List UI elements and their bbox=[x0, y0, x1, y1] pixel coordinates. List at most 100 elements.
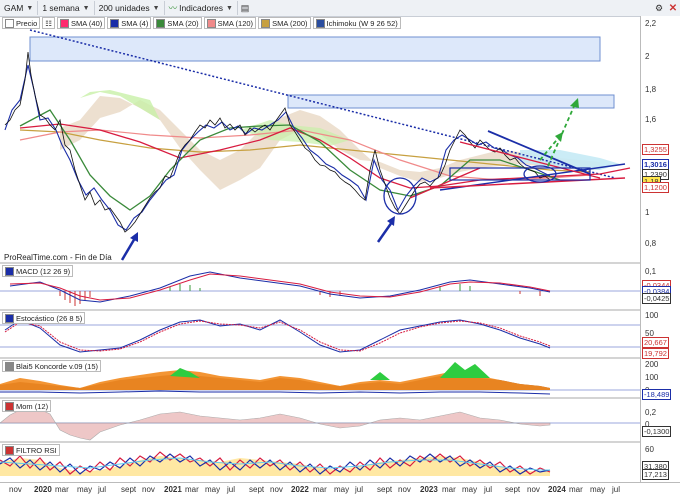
axis-tick-label: 0,8 bbox=[645, 239, 657, 248]
time-tick-label: sept bbox=[249, 485, 265, 494]
arrow-bottom-left bbox=[120, 237, 137, 261]
time-tick-label: jul bbox=[484, 485, 493, 494]
time-tick-label: may bbox=[590, 485, 606, 494]
sma20-swatch-icon bbox=[156, 18, 166, 28]
time-tick-label: sept bbox=[377, 485, 393, 494]
ticker-selector[interactable]: GAM ▼ bbox=[0, 1, 39, 15]
axis-tick-label: 100 bbox=[645, 373, 659, 382]
macd-histogram-green bbox=[169, 284, 471, 291]
time-tick-label: sept bbox=[121, 485, 137, 494]
legend-label: SMA (200) bbox=[272, 18, 308, 28]
axis-tick-label: 2,2 bbox=[645, 19, 657, 28]
value-tag: -0,0425 bbox=[642, 293, 672, 304]
legend-item-ichimoku[interactable]: Ichimoku (W 9 26 52) bbox=[312, 17, 401, 29]
price-swatch-icon bbox=[5, 18, 14, 28]
legend-label: SMA (40) bbox=[71, 18, 103, 28]
period-selector[interactable]: 1 semana ▼ bbox=[38, 1, 95, 15]
ticker-label: GAM bbox=[4, 3, 24, 13]
axis-tick-label: 100 bbox=[645, 311, 659, 320]
legend-label: SMA (4) bbox=[121, 18, 149, 28]
time-tick-label: mar bbox=[55, 485, 69, 494]
panel-swatch-icon bbox=[5, 266, 14, 276]
time-tick-label: jul bbox=[612, 485, 621, 494]
legend-label: SMA (20) bbox=[167, 18, 199, 28]
time-tick-label: may bbox=[77, 485, 93, 494]
legend-item-sma120[interactable]: SMA (120) bbox=[203, 17, 257, 29]
axis-tick-label: 1,6 bbox=[645, 115, 657, 124]
sma120-swatch-icon bbox=[206, 18, 216, 28]
rsi-fill bbox=[0, 456, 550, 476]
axis-tick-label: 60 bbox=[645, 445, 654, 454]
panel-swatch-icon bbox=[5, 445, 14, 455]
time-tick-label: 2022 bbox=[291, 485, 309, 494]
chevron-down-icon: ▼ bbox=[82, 4, 90, 12]
time-tick-label: nov bbox=[142, 485, 155, 494]
time-tick-label: mar bbox=[569, 485, 583, 494]
ichimoku-swatch-icon bbox=[315, 18, 325, 28]
macd-line bbox=[9, 271, 551, 303]
value-tag: 1,1200 bbox=[642, 182, 669, 193]
indicators-label: Indicadores bbox=[179, 3, 224, 13]
axis-tick-label: 1,8 bbox=[645, 85, 657, 94]
value-tag: -18,489 bbox=[642, 389, 672, 400]
legend-item-sma20[interactable]: SMA (20) bbox=[153, 17, 202, 29]
panel-swatch-icon bbox=[5, 401, 14, 411]
time-tick-label: may bbox=[205, 485, 221, 494]
panel-label-macd[interactable]: MACD (12 26 9) bbox=[2, 265, 74, 277]
time-tick-label: may bbox=[334, 485, 350, 494]
panel-swatch-icon bbox=[5, 361, 14, 371]
time-tick-label: mar bbox=[313, 485, 327, 494]
indicators-button[interactable]: 〰 Indicadores ▼ bbox=[165, 1, 238, 15]
settings-icon: ☷ bbox=[45, 18, 52, 28]
indicators-icon: 〰 bbox=[168, 3, 178, 13]
time-tick-label: mar bbox=[185, 485, 199, 494]
resistance-zone-lower bbox=[287, 94, 615, 109]
time-axis[interactable]: nov 2020 mar may jul sept nov 2021 mar may jul sept… bbox=[0, 482, 680, 498]
units-selector[interactable]: 200 unidades ▼ bbox=[95, 1, 165, 15]
price-chart-svg bbox=[0, 29, 640, 476]
value-tag: -0,1300 bbox=[642, 426, 672, 437]
axis-tick-label: 200 bbox=[645, 360, 659, 369]
legend-label: Precio bbox=[16, 18, 38, 28]
arrow-bottom-mid bbox=[376, 221, 394, 243]
value-tag: 19,792 bbox=[642, 348, 669, 359]
data-source-label: ProRealTime.com - Fin de Día bbox=[4, 253, 112, 262]
time-tick-label: 2024 bbox=[548, 485, 566, 494]
value-tag: 1,3255 bbox=[642, 144, 669, 155]
panel-swatch-icon bbox=[5, 313, 14, 323]
sma200-swatch-icon bbox=[261, 18, 271, 28]
time-tick-label: nov bbox=[270, 485, 283, 494]
value-tag: 17,213 bbox=[642, 469, 669, 480]
legend-item-price[interactable]: Precio bbox=[2, 17, 41, 29]
panel-label-filtro-rsi[interactable]: FILTRO RSI bbox=[2, 444, 60, 456]
mom-area bbox=[0, 404, 551, 441]
chevron-down-icon: ▼ bbox=[26, 4, 34, 12]
time-tick-label: jul bbox=[227, 485, 236, 494]
panel-label-stochastic[interactable]: Estocástico (26 8 5) bbox=[2, 312, 86, 324]
price-axis[interactable]: 2,221,81,61,41,210,81,32551,30161,23901,… bbox=[640, 16, 680, 482]
panel-label-koncorde[interactable]: Blai5 Koncorde v.09 (15) bbox=[2, 360, 101, 372]
value-tag: 20,667 bbox=[642, 337, 669, 348]
time-tick-label: jul bbox=[98, 485, 107, 494]
chevron-down-icon: ▼ bbox=[152, 4, 160, 12]
legend-settings[interactable]: ☷ bbox=[42, 17, 55, 29]
legend-label: SMA (120) bbox=[217, 18, 254, 28]
axis-tick-label: 1 bbox=[645, 208, 650, 217]
axis-tick-label: 0,1 bbox=[645, 267, 657, 276]
period-label: 1 semana bbox=[42, 3, 80, 13]
close-icon[interactable]: ✕ bbox=[666, 1, 680, 15]
chart-type-icon[interactable]: ▤ bbox=[238, 1, 252, 15]
legend-item-sma200[interactable]: SMA (200) bbox=[258, 17, 311, 29]
time-tick-label: nov bbox=[9, 485, 22, 494]
legend-item-sma40[interactable]: SMA (40) bbox=[57, 17, 106, 29]
time-tick-label: nov bbox=[527, 485, 540, 494]
chart-area[interactable] bbox=[0, 16, 640, 482]
legend-item-sma4[interactable]: SMA (4) bbox=[107, 17, 152, 29]
time-tick-label: may bbox=[462, 485, 478, 494]
time-tick-label: jul bbox=[355, 485, 364, 494]
stoch-d bbox=[4, 320, 551, 352]
sma4-swatch-icon bbox=[110, 18, 120, 28]
settings-icon[interactable]: ⚙ bbox=[652, 1, 666, 15]
time-tick-label: sept bbox=[505, 485, 521, 494]
panel-label-mom[interactable]: Mom (12) bbox=[2, 400, 52, 412]
